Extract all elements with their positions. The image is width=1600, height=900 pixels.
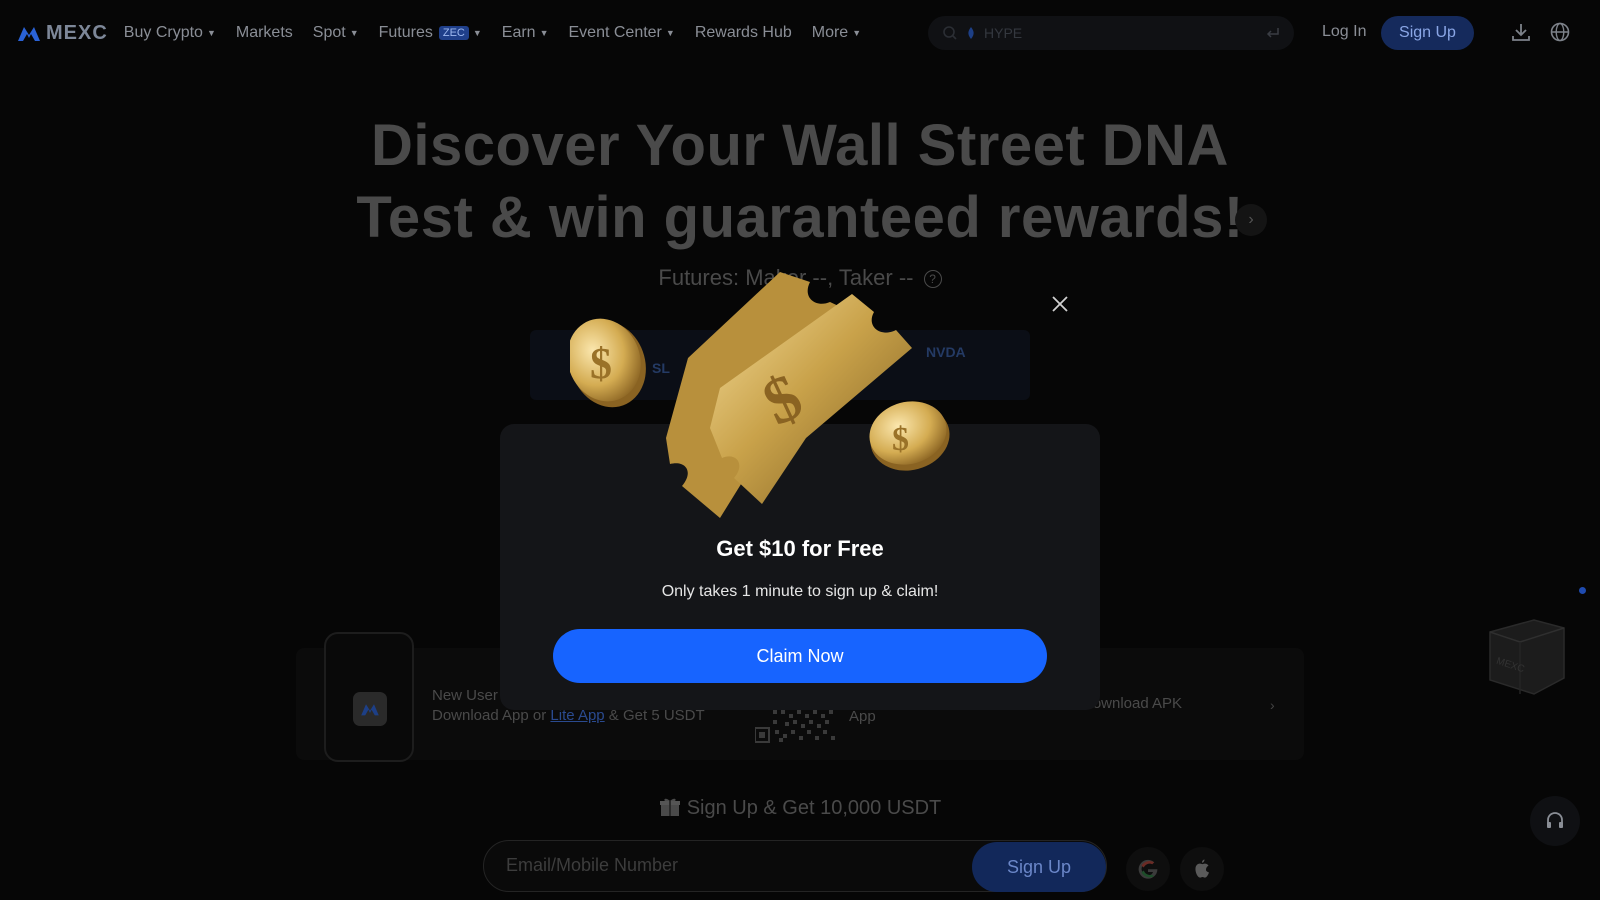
gold-coin-left: $ bbox=[570, 318, 646, 408]
mexc-app-icon bbox=[353, 692, 387, 726]
headset-icon bbox=[1547, 812, 1563, 828]
enter-key-icon bbox=[1266, 28, 1279, 38]
nav-more-label: More bbox=[811, 24, 849, 41]
caret-down-icon: ▼ bbox=[539, 28, 549, 38]
apple-signin-button[interactable] bbox=[1180, 847, 1224, 891]
signup-submit-button[interactable]: Sign Up bbox=[972, 842, 1106, 892]
nav-futures-label: Futures bbox=[378, 24, 433, 41]
hype-flame-icon bbox=[968, 27, 974, 39]
chevron-right-icon: › bbox=[1270, 697, 1275, 713]
main-nav: Buy Crypto ▼ Markets Spot ▼ Futures ZEC … bbox=[124, 24, 861, 42]
google-signin-button[interactable] bbox=[1126, 847, 1170, 891]
signup-headline-text: Sign Up & Get 10,000 USDT bbox=[686, 797, 942, 819]
nav-earn-label: Earn bbox=[501, 24, 536, 41]
apple-icon bbox=[1195, 859, 1209, 878]
nav-event-center[interactable]: Event Center ▼ bbox=[569, 24, 675, 42]
nav-buy-crypto[interactable]: Buy Crypto ▼ bbox=[124, 24, 216, 42]
claim-now-button[interactable]: Claim Now bbox=[553, 629, 1047, 683]
futures-badge: ZEC bbox=[438, 26, 469, 40]
hero-title-line2: Test & win guaranteed rewards! bbox=[356, 185, 1244, 250]
mexc-logo-icon bbox=[18, 27, 40, 41]
google-icon bbox=[1138, 859, 1158, 879]
nav-event-center-label: Event Center bbox=[568, 24, 662, 41]
modal-title: Get $10 for Free bbox=[716, 536, 884, 561]
caret-down-icon: ▼ bbox=[665, 28, 675, 38]
nav-futures[interactable]: Futures ZEC ▼ bbox=[379, 24, 482, 42]
app-label: App bbox=[849, 708, 876, 725]
golden-ticket-coins-illustration: $ $ $ bbox=[570, 272, 950, 518]
email-mobile-input[interactable] bbox=[506, 855, 946, 876]
caret-down-icon: ▼ bbox=[852, 28, 862, 38]
page: MEXC Buy Crypto ▼ Markets Spot ▼ Futures… bbox=[0, 0, 1600, 900]
customer-support-button[interactable] bbox=[1530, 796, 1580, 846]
svg-text:$: $ bbox=[892, 421, 909, 458]
gift-icon bbox=[659, 798, 680, 816]
nav-markets[interactable]: Markets bbox=[236, 24, 293, 42]
nav-earn[interactable]: Earn ▼ bbox=[502, 24, 549, 42]
caret-down-icon: ▼ bbox=[472, 28, 482, 38]
caret-down-icon: ▼ bbox=[349, 28, 359, 38]
mexc-gift-box-widget[interactable]: MEXC bbox=[1484, 614, 1568, 700]
search-input[interactable] bbox=[984, 25, 1258, 41]
logo-text: MEXC bbox=[46, 21, 108, 44]
side-indicator-dot bbox=[1579, 587, 1586, 594]
header-signup-button[interactable]: Sign Up bbox=[1381, 16, 1474, 50]
download-icon[interactable] bbox=[1510, 21, 1532, 43]
nav-markets-label: Markets bbox=[235, 24, 293, 41]
gold-coin-right: $ bbox=[869, 401, 950, 471]
close-icon[interactable] bbox=[1048, 292, 1072, 316]
hero-title-line1: Discover Your Wall Street DNA bbox=[371, 113, 1229, 178]
search-icon bbox=[943, 26, 957, 40]
nav-rewards-hub-label: Rewards Hub bbox=[694, 24, 792, 41]
modal-subtitle: Only takes 1 minute to sign up & claim! bbox=[661, 583, 939, 600]
globe-icon[interactable] bbox=[1549, 21, 1571, 43]
nav-spot[interactable]: Spot ▼ bbox=[313, 24, 359, 42]
mexc-logo[interactable]: MEXC bbox=[16, 22, 108, 45]
hero-chevron-right-icon[interactable]: › bbox=[1235, 204, 1267, 236]
nav-spot-label: Spot bbox=[312, 24, 346, 41]
nav-rewards-hub[interactable]: Rewards Hub bbox=[695, 24, 792, 42]
svg-text:$: $ bbox=[590, 339, 612, 388]
qr-code-icon bbox=[755, 710, 835, 743]
caret-down-icon: ▼ bbox=[206, 28, 216, 38]
nav-more[interactable]: More ▼ bbox=[812, 24, 861, 42]
phone-mockup bbox=[324, 632, 414, 762]
login-link[interactable]: Log In bbox=[1322, 23, 1366, 41]
search-bar[interactable] bbox=[928, 16, 1294, 50]
signup-headline: Sign Up & Get 10,000 USDT bbox=[0, 797, 1600, 820]
nav-buy-crypto-label: Buy Crypto bbox=[123, 24, 203, 41]
